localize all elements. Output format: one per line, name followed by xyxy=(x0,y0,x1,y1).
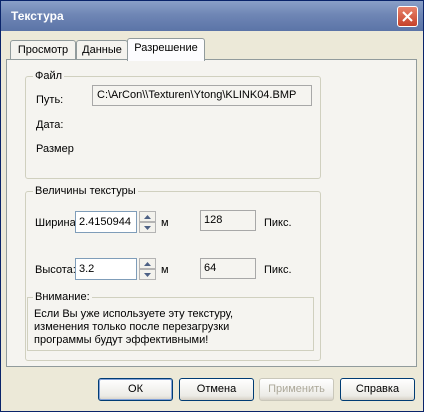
close-button[interactable] xyxy=(397,6,418,27)
warning-line-2: изменения только после перезагрузки xyxy=(34,321,230,333)
height-pixels-unit: Пикс. xyxy=(264,264,292,276)
file-group-legend: Файл xyxy=(33,70,65,82)
close-icon xyxy=(402,11,413,22)
arrow-down-icon xyxy=(144,272,151,277)
arrow-down-icon xyxy=(144,225,151,230)
height-spinner[interactable] xyxy=(139,258,156,280)
date-label: Дата: xyxy=(36,119,64,131)
arrow-up-icon xyxy=(144,214,151,219)
tab-resolution-label: Разрешение xyxy=(134,42,198,54)
warning-message: Если Вы уже используете эту текстуру, из… xyxy=(34,308,233,347)
width-spin-down-button[interactable] xyxy=(139,222,156,233)
warning-legend: Внимание: xyxy=(33,291,92,303)
width-label: Ширина: xyxy=(35,217,79,229)
tab-data-label: Данные xyxy=(82,44,122,56)
cancel-button[interactable]: Отмена xyxy=(179,378,254,401)
arrow-up-icon xyxy=(144,261,151,266)
width-unit: м xyxy=(161,217,169,229)
warning-line-1: Если Вы уже используете эту текстуру, xyxy=(34,308,234,320)
tab-preview[interactable]: Просмотр xyxy=(10,40,76,60)
ok-button[interactable]: ОК xyxy=(98,378,173,401)
width-pixels-unit: Пикс. xyxy=(264,217,292,229)
warning-box: Внимание: Если Вы уже используете эту те… xyxy=(27,291,314,351)
width-input[interactable] xyxy=(75,211,137,233)
tab-resolution[interactable]: Разрешение xyxy=(127,38,205,61)
warning-line-3: программы будут эффективными! xyxy=(34,334,209,346)
path-value: C:\ArCon\\Texturen\Ytong\KLINK04.BMP xyxy=(92,85,312,106)
tab-data[interactable]: Данные xyxy=(76,40,128,60)
height-spin-up-button[interactable] xyxy=(139,258,156,269)
texture-dialog: Текстура Просмотр Данные Разрешение Файл… xyxy=(0,0,424,412)
texture-size-group-legend: Величины текстуры xyxy=(33,185,138,197)
width-pixels: 128 xyxy=(200,210,256,231)
width-spin-up-button[interactable] xyxy=(139,211,156,222)
height-input[interactable] xyxy=(75,258,137,280)
tab-preview-label: Просмотр xyxy=(17,44,69,56)
width-spinner[interactable] xyxy=(139,211,156,233)
help-button[interactable]: Справка xyxy=(340,378,415,401)
title-bar[interactable]: Текстура xyxy=(1,1,423,31)
height-spin-down-button[interactable] xyxy=(139,269,156,280)
apply-button[interactable]: Применить xyxy=(259,378,334,401)
height-label: Высота: xyxy=(35,264,76,276)
path-label: Путь: xyxy=(36,94,64,106)
height-pixels: 64 xyxy=(200,258,256,279)
window-title: Текстура xyxy=(11,9,64,23)
size-label: Размер xyxy=(36,143,74,155)
height-unit: м xyxy=(161,264,169,276)
